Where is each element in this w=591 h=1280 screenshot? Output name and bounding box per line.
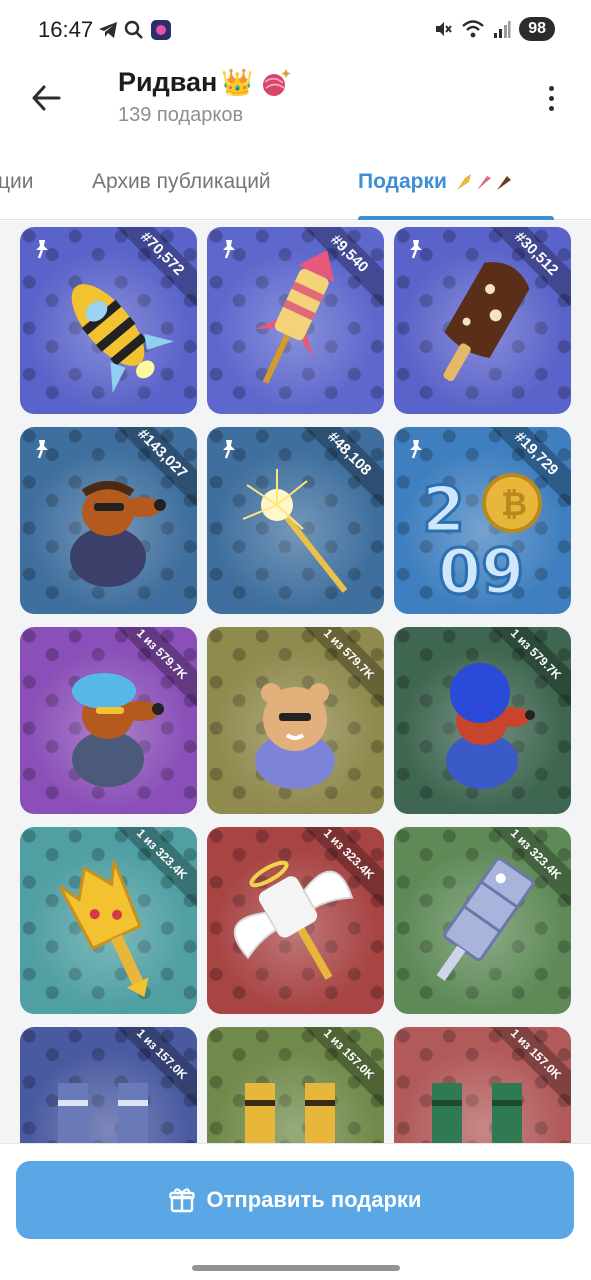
status-left-icons — [98, 19, 172, 41]
status-time: 16:47 — [38, 17, 94, 42]
gifts-grid: #70,572 #9,540 #30,512 #143,027 #48,108 2 09 ₿ #… — [20, 227, 571, 1143]
telegram-icon — [99, 22, 117, 38]
tab-gifts[interactable]: Подарки — [358, 170, 513, 194]
status-right: 98 — [433, 17, 555, 41]
gift-card[interactable]: 1 из 579.7K — [207, 627, 384, 814]
pin-icon — [223, 240, 235, 259]
profile-title[interactable]: Ридван 👑 — [118, 65, 294, 99]
home-indicator — [192, 1265, 400, 1271]
dot — [548, 95, 554, 101]
svg-text:09: 09 — [438, 535, 524, 608]
app-icon — [151, 20, 171, 40]
gift-card[interactable]: 1 из 157.0K — [207, 1027, 384, 1143]
more-menu-button[interactable] — [539, 78, 563, 118]
gift-card[interactable]: #70,572 — [20, 227, 197, 414]
svg-text:₿: ₿ — [501, 485, 527, 523]
wifi-icon — [462, 20, 485, 38]
status-bar: 16:47 98 — [0, 0, 591, 60]
profile-tabs: ции Архив публикаций Подарки — [0, 150, 591, 220]
gift-icon — [168, 1188, 195, 1213]
dot — [548, 105, 554, 111]
gift-card[interactable]: #30,512 — [394, 227, 571, 414]
gift-card[interactable]: 1 из 579.7K — [394, 627, 571, 814]
pin-icon — [410, 440, 422, 459]
tab-posts[interactable]: ции — [0, 170, 34, 194]
rocket-icon — [456, 174, 511, 190]
gift-card[interactable]: #143,027 — [20, 427, 197, 614]
dot — [548, 85, 554, 91]
gift-card[interactable]: 1 из 579.7K — [20, 627, 197, 814]
tab-archive[interactable]: Архив публикаций — [92, 170, 271, 194]
pin-icon — [36, 440, 48, 459]
pin-icon — [223, 440, 235, 459]
crown-emoji: 👑 — [221, 66, 254, 97]
gift-card[interactable]: 1 из 157.0K — [394, 1027, 571, 1143]
pin-icon — [36, 240, 48, 259]
search-icon — [124, 20, 143, 39]
battery-indicator: 98 — [519, 17, 555, 41]
tab-indicator — [358, 216, 554, 220]
profile-name: Ридван — [118, 66, 218, 97]
chat-header: Ридван 👑 139 подарков — [0, 60, 591, 140]
send-gifts-button[interactable]: Отправить подарки — [16, 1161, 574, 1239]
send-gifts-label: Отправить подарки — [206, 1187, 422, 1212]
yarn-ball-icon — [262, 69, 291, 96]
back-button[interactable] — [26, 78, 66, 118]
gift-card[interactable]: #48,108 — [207, 427, 384, 614]
gifts-grid-area[interactable]: #70,572 #9,540 #30,512 #143,027 #48,108 2 09 ₿ #… — [0, 221, 591, 1143]
gift-card[interactable]: 1 из 323.4K — [207, 827, 384, 1014]
gift-card[interactable]: 2 09 ₿ #19,729 — [394, 427, 571, 614]
gift-card[interactable]: #9,540 — [207, 227, 384, 414]
gift-card[interactable]: 1 из 323.4K — [394, 827, 571, 1014]
tab-gifts-label: Подарки — [358, 170, 447, 193]
gift-count: 139 подарков — [118, 104, 244, 126]
mute-icon — [436, 22, 452, 36]
pin-icon — [410, 240, 422, 259]
footer: Отправить подарки — [0, 1143, 591, 1280]
signal-icon — [494, 21, 511, 38]
gift-card[interactable]: 1 из 157.0K — [20, 1027, 197, 1143]
gift-card[interactable]: 1 из 323.4K — [20, 827, 197, 1014]
arrow-left-icon — [32, 85, 61, 111]
